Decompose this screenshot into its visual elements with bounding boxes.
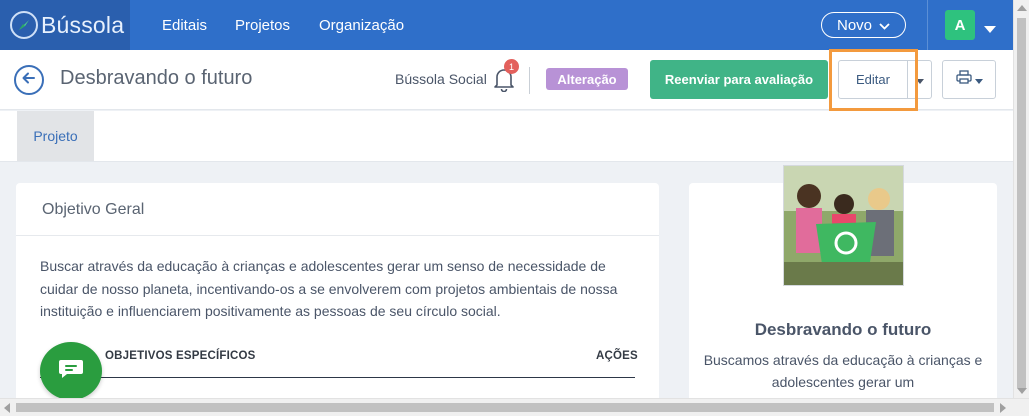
printer-icon: [955, 70, 972, 89]
page-title: Desbravando o futuro: [60, 67, 253, 89]
nav-editais[interactable]: Editais: [162, 0, 207, 50]
chat-icon: [57, 357, 85, 386]
organization-name: Bússola Social: [395, 71, 487, 87]
new-button-label: Novo: [836, 16, 873, 34]
project-card-description: Buscamos através da educação à crianças …: [703, 352, 983, 390]
scroll-right-icon[interactable]: [1000, 403, 1006, 413]
vertical-scrollbar[interactable]: [1013, 0, 1029, 398]
chat-button[interactable]: [40, 342, 102, 400]
status-badge: Alteração: [546, 68, 628, 90]
scroll-up-icon[interactable]: [1017, 5, 1027, 11]
tab-bar: Projeto: [0, 111, 1013, 162]
back-button[interactable]: [14, 65, 44, 95]
header-divider: [529, 67, 530, 94]
compass-logo-icon: [10, 11, 38, 39]
edit-highlight-box: [829, 49, 918, 111]
objective-title: Objetivo Geral: [42, 201, 145, 218]
objective-card: Objetivo Geral Buscar através da educaçã…: [16, 183, 659, 413]
project-card-title: Desbravando o futuro: [754, 320, 932, 339]
new-button[interactable]: Novo: [821, 12, 906, 38]
scroll-left-icon[interactable]: [4, 403, 10, 413]
horizontal-scroll-thumb[interactable]: [16, 403, 994, 412]
topbar-divider: [927, 0, 928, 50]
nav-projetos[interactable]: Projetos: [235, 0, 290, 50]
top-navbar: Bússola Editais Projetos Organização Nov…: [0, 0, 1013, 50]
objective-card-header: Objetivo Geral: [16, 183, 659, 236]
project-image: [783, 165, 904, 286]
chevron-down-icon: [879, 17, 890, 34]
caret-down-icon[interactable]: [984, 21, 996, 39]
column-specific-objectives: OBJETIVOS ESPECÍFICOS: [105, 350, 256, 362]
scroll-down-icon[interactable]: [1017, 388, 1027, 394]
brand-logo[interactable]: Bússola: [0, 0, 130, 50]
tab-projeto[interactable]: Projeto: [17, 111, 94, 161]
column-actions: AÇÕES: [596, 350, 638, 362]
brand-name: Bússola: [41, 11, 125, 38]
back-arrow-icon: [22, 71, 36, 90]
objective-text: Buscar através da educação à crianças e …: [40, 258, 618, 319]
caret-down-icon: [974, 71, 983, 89]
nav-organizacao[interactable]: Organização: [319, 0, 404, 50]
vertical-scroll-thumb[interactable]: [1017, 18, 1026, 388]
table-header-rule: [40, 377, 635, 378]
print-button[interactable]: [942, 60, 996, 99]
user-avatar[interactable]: A: [945, 10, 975, 40]
horizontal-scrollbar[interactable]: [0, 398, 1029, 416]
notification-badge: 1: [504, 59, 519, 74]
resend-for-review-button[interactable]: Reenviar para avaliação: [650, 60, 828, 99]
